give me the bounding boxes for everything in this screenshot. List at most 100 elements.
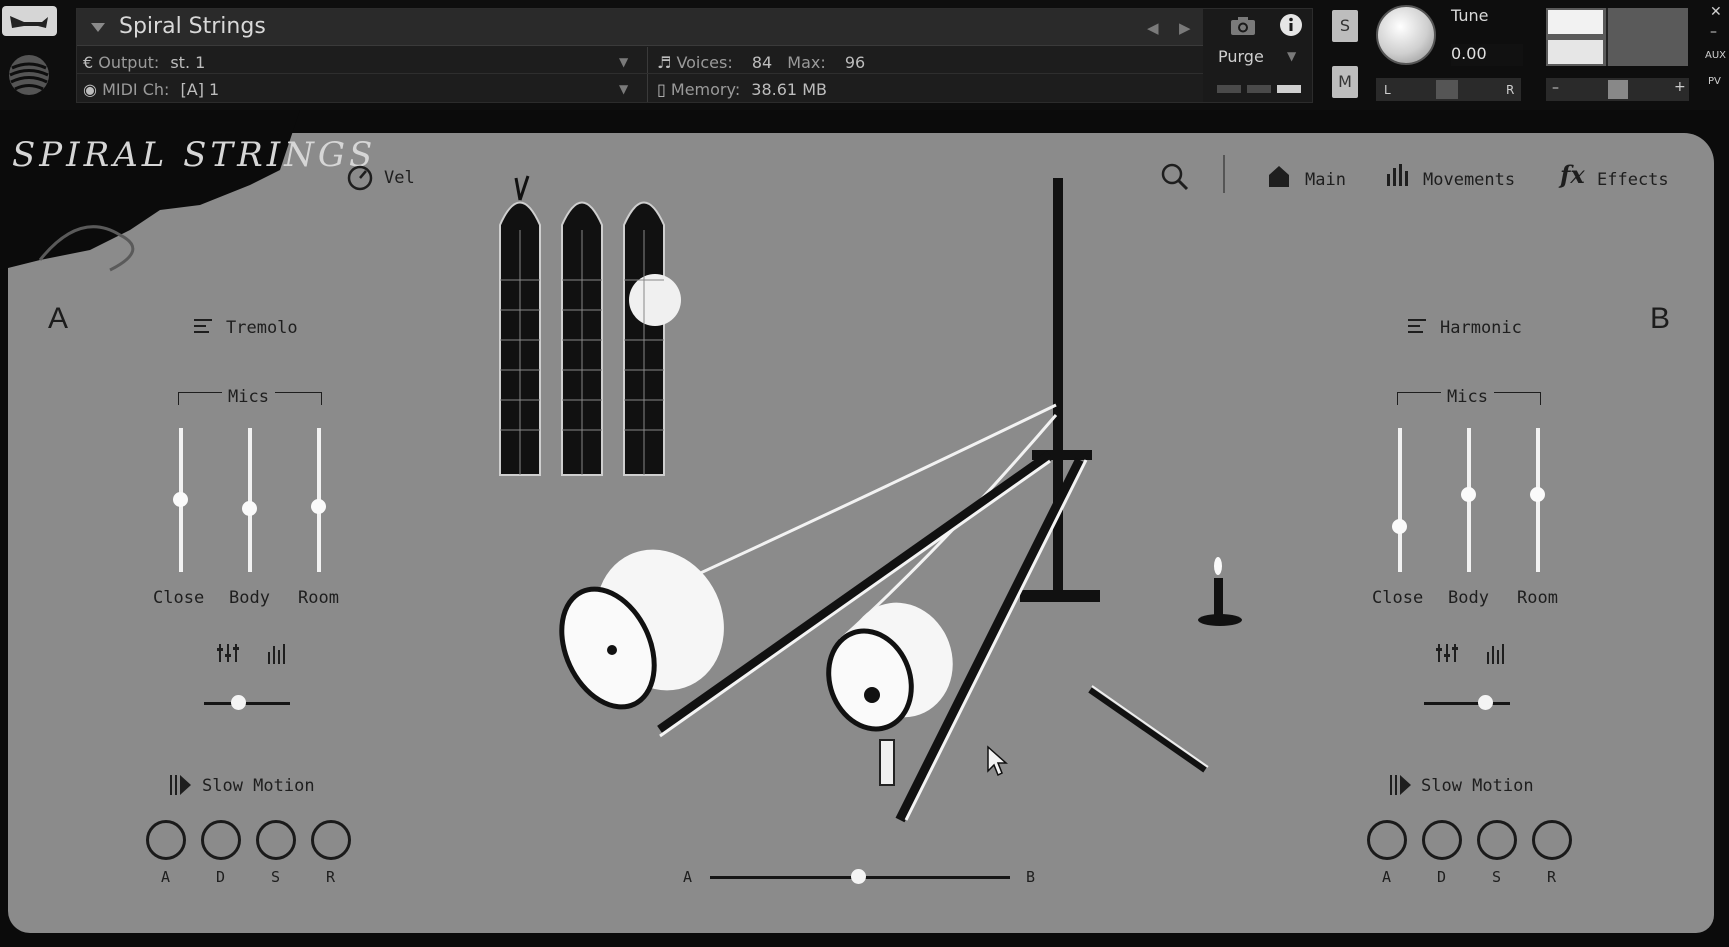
fader-track — [1398, 428, 1402, 572]
output-row[interactable]: € Output: st. 1 — [83, 53, 205, 72]
tab-movements[interactable]: Movements — [1423, 170, 1515, 190]
effects-icon[interactable]: fx — [1560, 160, 1585, 189]
adsr-label: R — [1547, 868, 1557, 886]
adsr-b: A D S R — [1367, 820, 1597, 890]
adsr-label: D — [216, 868, 226, 886]
mute-button[interactable]: M — [1332, 66, 1358, 98]
sustain-knob-a[interactable] — [256, 820, 296, 860]
slow-motion-icon[interactable] — [1390, 775, 1412, 799]
levels-icon[interactable] — [266, 642, 288, 668]
max-value[interactable]: 96 — [845, 53, 865, 72]
midi-label: MIDI Ch: — [102, 80, 170, 99]
prev-instrument-icon[interactable]: ◀ — [1147, 19, 1159, 37]
tab-effects[interactable]: Effects — [1597, 170, 1669, 190]
adsr-a: A D S R — [146, 820, 376, 890]
minimize-icon[interactable]: – — [1710, 24, 1717, 40]
tab-main[interactable]: Main — [1305, 170, 1346, 190]
solo-button[interactable]: S — [1332, 10, 1358, 42]
output-icon: € — [83, 53, 94, 72]
purge-dropdown-icon[interactable]: ▼ — [1287, 49, 1296, 63]
adsr-label: S — [271, 868, 281, 886]
attack-knob-a[interactable] — [146, 820, 186, 860]
gothic-windows — [499, 175, 681, 476]
midi-row[interactable]: ◉ MIDI Ch: [A] 1 — [83, 80, 219, 99]
next-instrument-icon[interactable]: ▶ — [1179, 19, 1191, 37]
side-b-letter: B — [1650, 302, 1671, 335]
close-icon[interactable]: ✕ — [1710, 4, 1722, 20]
aux-label[interactable]: AUX — [1705, 50, 1726, 61]
articulation-menu-icon[interactable] — [194, 318, 214, 338]
pan-slider[interactable]: L R — [1376, 78, 1521, 101]
decay-knob-b[interactable] — [1422, 820, 1462, 860]
sustain-knob-b[interactable] — [1477, 820, 1517, 860]
fader-thumb[interactable] — [311, 499, 326, 514]
instrument-header-panel: Spiral Strings ◀ ▶ € Output: st. 1 ▼ ♬ V… — [76, 8, 1313, 103]
snapshot-area: Purge ▼ — [1203, 9, 1312, 102]
velocity-knob[interactable] — [346, 164, 374, 196]
purge-label[interactable]: Purge — [1218, 47, 1264, 66]
purge-meter-cell — [1247, 85, 1271, 93]
fader-label: Body — [1448, 588, 1489, 608]
slider-thumb[interactable] — [1478, 695, 1493, 710]
attack-knob-b[interactable] — [1367, 820, 1407, 860]
output-label: Output: — [98, 53, 160, 72]
pan-center-handle[interactable] — [1436, 80, 1458, 99]
instrument-title[interactable]: Spiral Strings — [119, 14, 266, 39]
divider — [647, 47, 648, 102]
slider-thumb[interactable] — [231, 695, 246, 710]
memory-icon: ▯ — [657, 80, 666, 99]
slow-motion-b[interactable]: Slow Motion — [1421, 776, 1534, 796]
meter-marker — [1606, 8, 1608, 66]
release-knob-b[interactable] — [1532, 820, 1572, 860]
volume-handle[interactable] — [1608, 80, 1628, 99]
slider-thumb[interactable] — [851, 869, 866, 884]
articulation-menu-icon[interactable] — [1408, 318, 1428, 338]
output-dropdown-icon[interactable]: ▼ — [619, 55, 628, 69]
volume-slider[interactable]: – + — [1546, 78, 1689, 101]
levels-icon[interactable] — [1485, 642, 1507, 668]
fader-thumb[interactable] — [1530, 487, 1545, 502]
voices-value: 84 — [751, 53, 773, 72]
volume-minus[interactable]: – — [1552, 80, 1559, 96]
slider-track — [1424, 702, 1510, 705]
fader-thumb[interactable] — [1392, 519, 1407, 534]
kontakt-header: Spiral Strings ◀ ▶ € Output: st. 1 ▼ ♬ V… — [0, 0, 1729, 110]
crossfade-right-label: B — [1026, 868, 1036, 886]
decay-knob-a[interactable] — [201, 820, 241, 860]
adsr-label: A — [161, 868, 171, 886]
voices-row: ♬ Voices: 84 Max: 96 — [657, 53, 865, 72]
pv-label[interactable]: PV — [1708, 76, 1721, 87]
slow-motion-a[interactable]: Slow Motion — [202, 776, 315, 796]
mixer-icon[interactable] — [1435, 642, 1461, 668]
meter-fill-left — [1548, 10, 1603, 34]
midi-dropdown-icon[interactable]: ▼ — [619, 82, 628, 96]
fader-label: Close — [1372, 588, 1424, 608]
slow-motion-icon[interactable] — [170, 775, 192, 799]
tune-value[interactable]: 0.00 — [1451, 44, 1523, 66]
volume-plus[interactable]: + — [1674, 79, 1686, 95]
collapse-arrow-icon[interactable] — [91, 23, 105, 32]
velocity-label: Vel — [384, 168, 415, 188]
wrench-icon[interactable] — [2, 6, 57, 36]
pan-left-label: L — [1384, 83, 1391, 97]
mixer-icon[interactable] — [216, 642, 242, 668]
mics-title-a: Mics — [222, 387, 275, 407]
tune-knob[interactable] — [1376, 5, 1436, 65]
voices-label: Voices: — [676, 53, 733, 72]
adsr-label: D — [1437, 868, 1447, 886]
release-knob-a[interactable] — [311, 820, 351, 860]
side-a-letter: A — [48, 302, 69, 335]
camera-icon[interactable] — [1229, 15, 1257, 41]
voices-icon: ♬ — [657, 53, 672, 72]
fader-thumb[interactable] — [242, 501, 257, 516]
movements-icon[interactable] — [1385, 162, 1411, 192]
home-icon[interactable] — [1267, 164, 1291, 192]
info-icon[interactable] — [1279, 13, 1303, 41]
articulation-a[interactable]: Tremolo — [226, 318, 298, 338]
adsr-label: A — [1382, 868, 1392, 886]
fader-thumb[interactable] — [1461, 487, 1476, 502]
fader-thumb[interactable] — [173, 492, 188, 507]
mouse-cursor-icon — [986, 745, 1008, 781]
slider-track — [204, 702, 290, 705]
articulation-b[interactable]: Harmonic — [1440, 318, 1522, 338]
